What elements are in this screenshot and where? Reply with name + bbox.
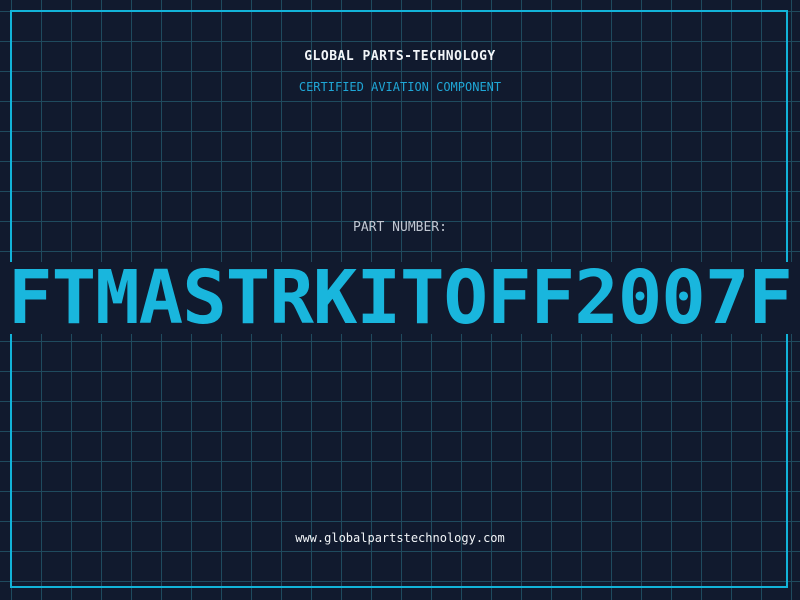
certificate-page: GLOBAL PARTS-TECHNOLOGY CERTIFIED AVIATI… bbox=[0, 0, 800, 600]
company-name: GLOBAL PARTS-TECHNOLOGY bbox=[304, 49, 496, 64]
website-url: www.globalpartstechnology.com bbox=[295, 531, 505, 545]
part-number-band: FTMASTRKITOFF2007F bbox=[0, 262, 800, 334]
part-number-label: PART NUMBER: bbox=[353, 220, 447, 235]
part-number-value: FTMASTRKITOFF2007F bbox=[8, 262, 793, 334]
certification-tagline: CERTIFIED AVIATION COMPONENT bbox=[298, 80, 502, 94]
